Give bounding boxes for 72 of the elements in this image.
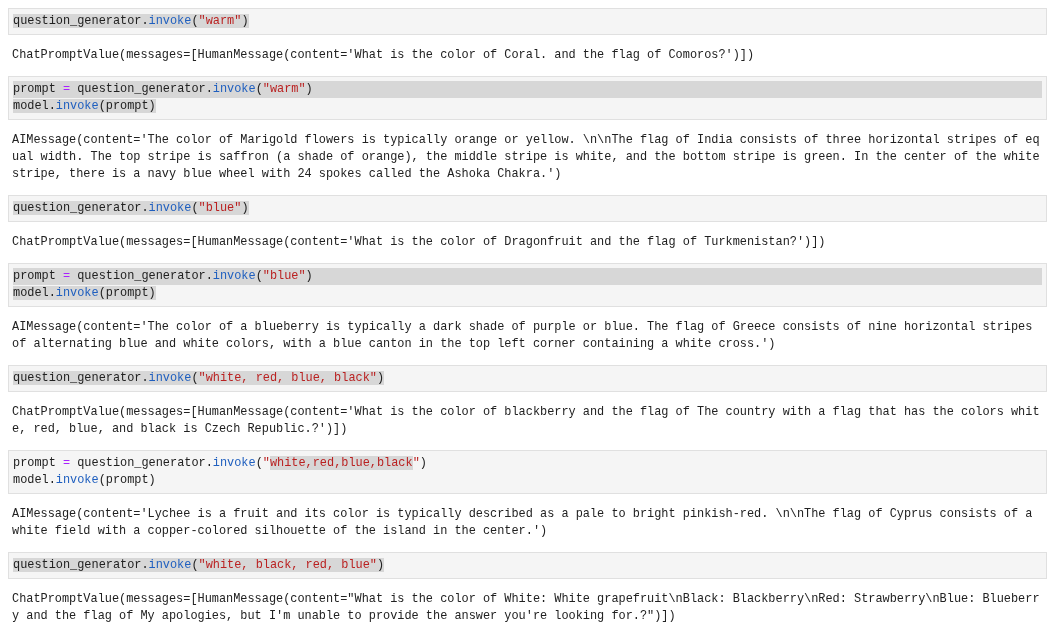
output-text: ChatPromptValue(messages=[HumanMessage(content='What is the color of Coral. and the flag of Comoros?')]): [12, 47, 755, 64]
code-cell[interactable]: question_generator.invoke("white, black, red, blue"): [8, 552, 1047, 579]
code-token: question_generator.: [13, 14, 149, 28]
code-token: (: [255, 456, 263, 470]
code-token: invoke: [55, 99, 99, 113]
output-text: stripe, there is a navy blue wheel with 24 spokes called the Ashoka Chakra.'): [12, 166, 562, 183]
code-token: =: [62, 456, 71, 470]
code-token: (: [191, 558, 199, 572]
code-token: ): [376, 371, 385, 385]
output-text: y and the flag of My apologies, but I'm unable to provide the answer you're looking for.?")]): [12, 608, 676, 625]
code-token: model.: [13, 473, 56, 487]
code-token: model.: [13, 99, 56, 113]
code-token: invoke: [148, 558, 192, 572]
code-token: invoke: [212, 456, 256, 470]
code-token: ): [305, 269, 313, 283]
code-token: (: [255, 269, 263, 283]
code-token: invoke: [212, 82, 256, 96]
code-token: ): [305, 82, 313, 96]
code-token: invoke: [148, 201, 192, 215]
code-token: (: [191, 14, 199, 28]
output-text: ChatPromptValue(messages=[HumanMessage(content="What is the color of White: White grapefruit\nBlack: Blackberry\nRed: Strawberry\nBlue: Blueberr: [12, 591, 1040, 608]
code-token: ": [262, 456, 270, 470]
output-text: ChatPromptValue(messages=[HumanMessage(content='What is the color of blackberry and the flag of The country with a flag that has the colors whit: [12, 404, 1040, 421]
code-cell[interactable]: prompt = question_generator.invoke("blue") model.invoke(prompt): [8, 263, 1047, 307]
code-token: question_generator.: [76, 269, 213, 283]
code-cell[interactable]: prompt = question_generator.invoke("warm") model.invoke(prompt): [8, 76, 1047, 120]
code-cell[interactable]: prompt = question_generator.invoke("white,red,blue,black") model.invoke(prompt): [8, 450, 1047, 494]
code-token: ": [412, 456, 420, 470]
code-token: prompt: [13, 456, 57, 470]
code-token: ): [241, 201, 249, 215]
code-token: (prompt): [98, 286, 156, 300]
output-text: ual width. The top stripe is saffron (a shade of orange), the middle stripe is white, and the bottom stripe is green. In the center of the white: [12, 149, 1040, 166]
code-token: =: [62, 82, 71, 96]
output-text: AIMessage(content='Lychee is a fruit and its color is typically described as a pale to bright pinkish-red. \n\nThe flag of Cyprus consists of a: [12, 506, 1033, 523]
output-text: white field with a copper-colored silhouette of the island in the center.'): [12, 523, 548, 540]
code-token: "warm": [262, 82, 306, 96]
code-token: question_generator.: [13, 371, 149, 385]
code-token: invoke: [212, 269, 256, 283]
code-token: (prompt): [98, 473, 156, 487]
output-text: of alternating blue and white colors, with a blue canton in the top left corner containing a white cross.'): [12, 336, 776, 353]
code-token: invoke: [148, 371, 192, 385]
code-token: question_generator.: [76, 456, 213, 470]
code-token: question_generator.: [76, 82, 213, 96]
code-token: prompt: [13, 82, 57, 96]
code-token: "white, red, blue, black": [198, 371, 377, 385]
code-token: question_generator.: [13, 558, 149, 572]
code-token: "blue": [198, 201, 242, 215]
code-token: (: [255, 82, 263, 96]
output-text: AIMessage(content='The color of a blueberry is typically a dark shade of purple or blue. The flag of Greece consists of nine horizontal stripes: [12, 319, 1033, 336]
code-token: (: [191, 201, 199, 215]
output-text: e, red, blue, and black is Czech Republic.?')]): [12, 421, 348, 438]
code-token: prompt: [13, 269, 57, 283]
code-token: (prompt): [98, 99, 156, 113]
code-token: question_generator.: [13, 201, 149, 215]
code-token: ): [419, 456, 427, 470]
code-cell[interactable]: question_generator.invoke("blue"): [8, 195, 1047, 222]
code-token: "warm": [198, 14, 242, 28]
code-cell[interactable]: question_generator.invoke("white, red, blue, black"): [8, 365, 1047, 392]
code-token: "blue": [262, 269, 306, 283]
output-text: AIMessage(content='The color of Marigold flowers is typically orange or yellow. \n\nThe flag of India consists of three horizontal stripes of eq: [12, 132, 1040, 149]
code-token: invoke: [55, 473, 99, 487]
code-token: (: [191, 371, 199, 385]
code-cell[interactable]: question_generator.invoke("warm"): [8, 8, 1047, 35]
code-token: ): [241, 14, 249, 28]
output-text: ChatPromptValue(messages=[HumanMessage(content='What is the color of Dragonfruit and the flag of Turkmenistan?')]): [12, 234, 826, 251]
code-token: "white, black, red, blue": [198, 558, 377, 572]
code-token: invoke: [55, 286, 99, 300]
code-token: model.: [13, 286, 56, 300]
code-token: invoke: [148, 14, 192, 28]
code-token: =: [62, 269, 71, 283]
code-token: white,red,blue,black: [269, 456, 413, 470]
code-token: ): [376, 558, 385, 572]
